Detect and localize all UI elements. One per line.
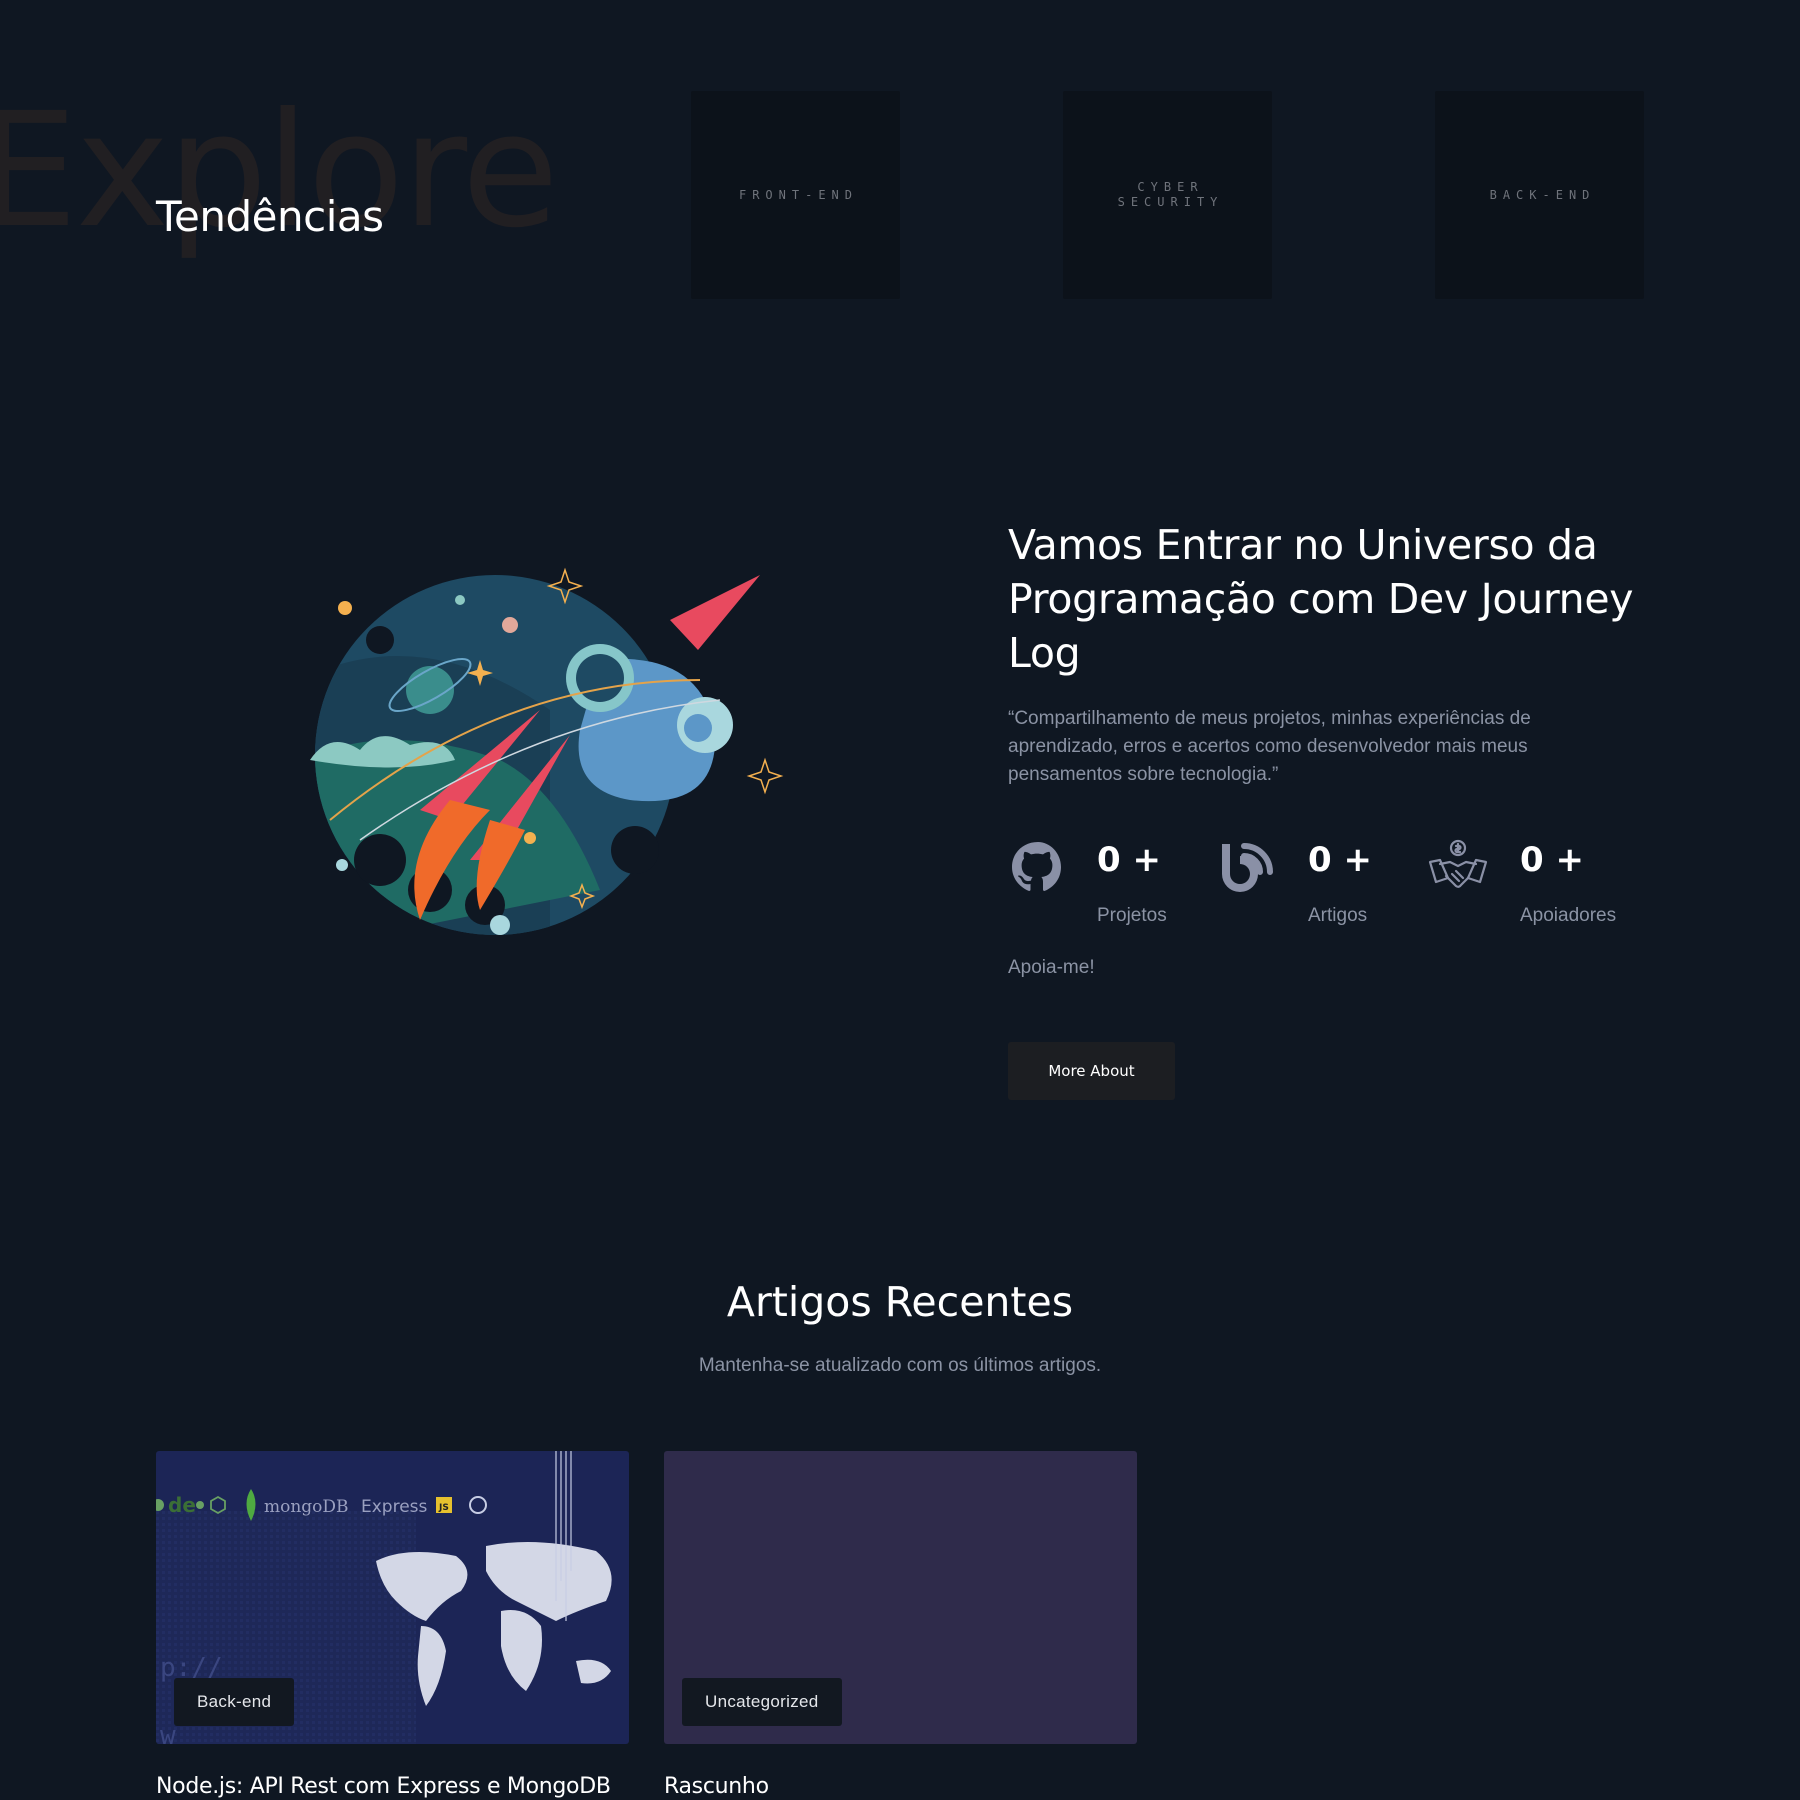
github-icon[interactable] — [1008, 838, 1068, 898]
recent-articles-title: Artigos Recentes — [726, 1278, 1074, 1326]
category-tile-front-end[interactable]: FRONT-END — [691, 91, 900, 299]
js-logo-text: JS — [438, 1503, 449, 1513]
article-category-tag[interactable]: Back-end — [174, 1678, 295, 1726]
hero-title: Vamos Entrar no Universo da Programação … — [1008, 521, 1634, 677]
hero-quote: “Compartilhamento de meus projetos, minh… — [1008, 708, 1531, 785]
article-title[interactable]: Node.js: API Rest com Express e MongoDB — [156, 1774, 611, 1799]
supporters-label: Apoiadores — [1520, 905, 1617, 926]
more-about-button[interactable]: More About — [1008, 1042, 1175, 1100]
mongodb-logo-text: mongoDB — [264, 1497, 349, 1517]
article-card-nodejs[interactable]: de mongoDB Express JS p:// w Back-end — [156, 1451, 629, 1744]
supporters-count: 0 + — [1520, 840, 1584, 880]
category-label: FRONT-END — [738, 187, 859, 202]
articles-label: Artigos — [1308, 905, 1368, 926]
svg-text:de: de — [168, 1493, 196, 1517]
category-tile-cyber-security[interactable]: CYBER SECURITY — [1063, 91, 1272, 299]
handshake-icon[interactable] — [1428, 838, 1488, 898]
projects-count: 0 + — [1097, 840, 1161, 880]
support-link[interactable]: Apoia-me! — [1008, 957, 1095, 979]
recent-articles-subtitle: Mantenha-se atualizado com os últimos ar… — [698, 1355, 1102, 1376]
category-label: BACK-END — [1489, 187, 1596, 202]
trends-title: Tendências — [156, 192, 384, 241]
category-label: CYBER SECURITY — [1117, 180, 1224, 209]
article-card-draft[interactable]: Uncategorized — [664, 1451, 1137, 1744]
category-tile-back-end[interactable]: BACK-END — [1435, 91, 1644, 299]
article-category-tag[interactable]: Uncategorized — [682, 1678, 842, 1726]
article-title[interactable]: Rascunho — [664, 1774, 769, 1799]
space-rocket-illustration — [310, 567, 784, 935]
blog-icon[interactable] — [1218, 838, 1278, 898]
articles-count: 0 + — [1308, 840, 1372, 880]
projects-label: Projetos — [1097, 905, 1167, 926]
express-logo-text: Express — [361, 1497, 428, 1517]
